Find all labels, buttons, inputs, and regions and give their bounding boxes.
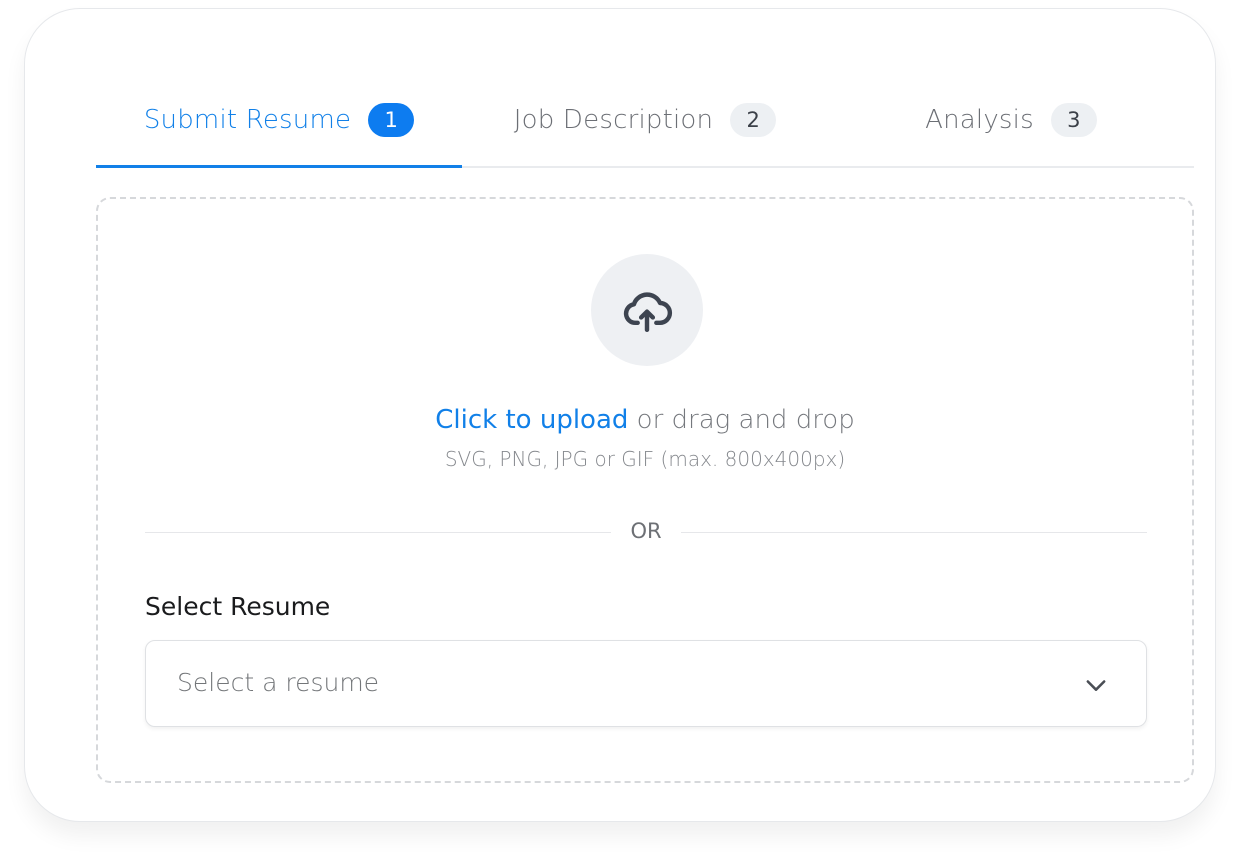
upload-card: Submit Resume 1 Job Description 2 Analys…	[24, 8, 1216, 822]
file-type-hint: SVG, PNG, JPG or GIF (max. 800x400px)	[444, 447, 846, 471]
upload-button[interactable]	[591, 254, 703, 366]
tab-analysis[interactable]: Analysis 3	[828, 71, 1194, 168]
file-dropzone[interactable]: Click to upload or drag and drop SVG, PN…	[96, 197, 1194, 783]
select-placeholder: Select a resume	[177, 668, 380, 697]
active-tab-indicator	[96, 165, 462, 168]
click-to-upload-link[interactable]: Click to upload	[435, 405, 628, 435]
tab-job-description[interactable]: Job Description 2	[462, 71, 828, 168]
divider-line	[145, 532, 611, 533]
resume-select[interactable]: Select a resume	[145, 640, 1147, 727]
step-badge: 1	[368, 102, 415, 137]
upload-instructions: Click to upload or drag and drop	[98, 405, 1192, 435]
tab-label: Submit Resume	[143, 104, 352, 135]
tab-label: Analysis	[925, 104, 1034, 135]
step-badge: 3	[1050, 102, 1097, 137]
chevron-down-icon	[1086, 680, 1106, 691]
divider-line	[681, 532, 1147, 533]
or-divider: OR	[145, 519, 1147, 545]
select-resume-label: Select Resume	[145, 592, 331, 621]
divider-label: OR	[630, 519, 662, 543]
cloud-upload-icon	[623, 292, 673, 333]
step-tabs: Submit Resume 1 Job Description 2 Analys…	[96, 71, 1194, 168]
drag-drop-text: or drag and drop	[628, 405, 855, 435]
tab-submit-resume[interactable]: Submit Resume 1	[96, 71, 462, 168]
tab-label: Job Description	[513, 104, 714, 135]
step-badge: 2	[730, 102, 777, 137]
